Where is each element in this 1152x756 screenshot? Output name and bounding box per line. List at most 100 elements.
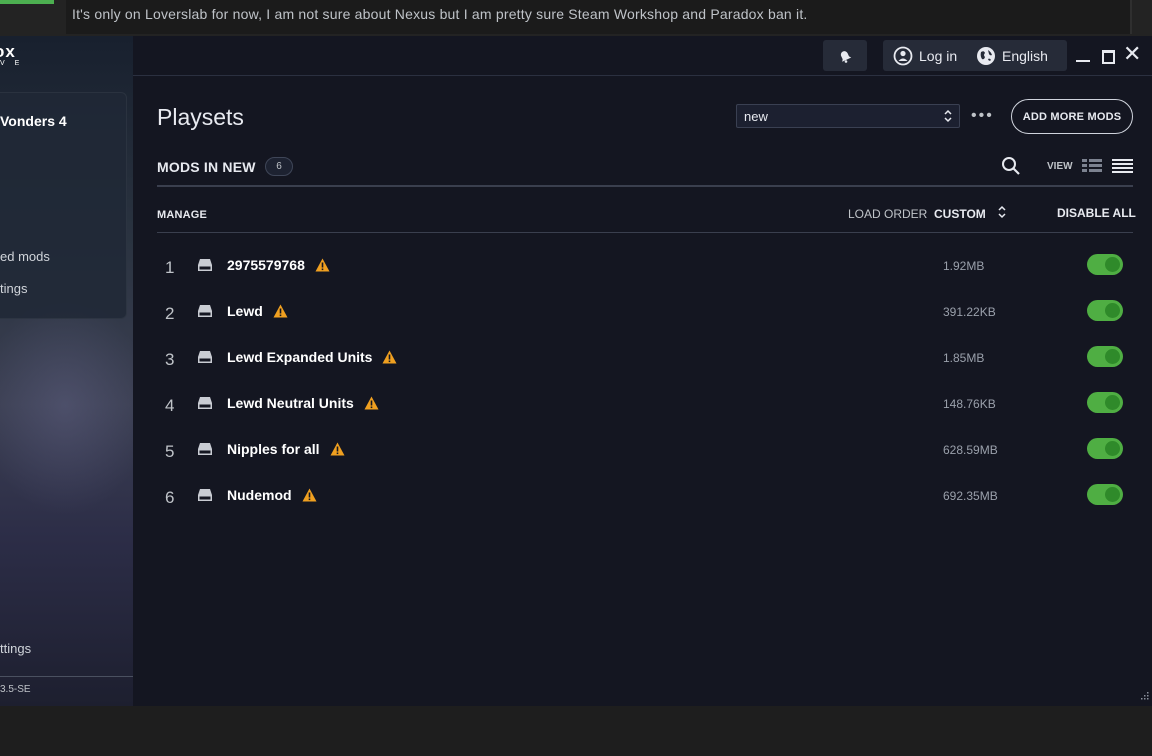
user-icon — [893, 46, 913, 65]
mod-name-group: Lewd Neutral Units — [227, 395, 379, 411]
warning-icon[interactable] — [330, 442, 345, 456]
load-order-label: LOAD ORDER — [848, 207, 928, 221]
view-list-icon[interactable] — [1112, 158, 1133, 174]
chevron-updown-icon — [944, 109, 952, 123]
local-mod-drive-icon — [198, 397, 212, 409]
toggle-knob — [1105, 303, 1120, 318]
chat-message: It's only on Loverslab for now, I am not… — [72, 6, 808, 22]
bell-icon — [840, 50, 852, 63]
mod-size: 692.35MB — [943, 489, 998, 503]
mod-load-index: 1 — [165, 258, 175, 277]
mods-count-badge: 6 — [265, 157, 293, 176]
launcher-logo: ox — [0, 42, 16, 61]
minimize-button[interactable] — [1076, 60, 1090, 62]
toggle-knob — [1105, 487, 1120, 502]
language-button[interactable]: English — [976, 40, 1048, 71]
mod-enabled-toggle[interactable] — [1087, 438, 1123, 459]
playset-select[interactable]: new — [736, 104, 960, 128]
sidebar-divider — [0, 676, 133, 677]
mod-name[interactable]: 2975579768 — [227, 257, 305, 273]
mod-row[interactable]: 4 Lewd Neutral Units 148.76KB — [157, 382, 1133, 428]
playset-selected-value: new — [744, 109, 768, 124]
add-more-mods-button[interactable]: ADD MORE MODS — [1011, 99, 1133, 134]
account-language-group: Log in English — [883, 40, 1067, 71]
manage-label: MANAGE — [157, 209, 208, 221]
resize-grip-icon[interactable] — [1139, 690, 1149, 700]
mod-enabled-toggle[interactable] — [1087, 392, 1123, 413]
mod-load-index: 6 — [165, 488, 175, 507]
mod-row[interactable]: 3 Lewd Expanded Units 1.85MB — [157, 336, 1133, 382]
toggle-knob — [1105, 395, 1120, 410]
mod-name-group: Nipples for all — [227, 441, 345, 457]
warning-icon[interactable] — [302, 488, 317, 502]
login-label: Log in — [919, 47, 958, 64]
launcher-logo-sub: V E — [0, 60, 24, 67]
toggle-knob — [1105, 441, 1120, 456]
mod-size: 391.22KB — [943, 305, 996, 319]
login-button[interactable]: Log in — [893, 40, 957, 71]
local-mod-drive-icon — [198, 259, 212, 271]
page-title: Playsets — [157, 104, 244, 130]
mod-name-group: 2975579768 — [227, 257, 330, 273]
local-mod-drive-icon — [198, 351, 212, 363]
chat-accent-bar — [0, 0, 54, 4]
mod-load-index: 5 — [165, 442, 175, 461]
mod-name[interactable]: Lewd Expanded Units — [227, 349, 372, 365]
mod-enabled-toggle[interactable] — [1087, 300, 1123, 321]
sidebar-item-settings[interactable]: ttings — [0, 641, 31, 656]
language-label: English — [1002, 47, 1048, 64]
mod-row[interactable]: 1 2975579768 1.92MB — [157, 244, 1133, 290]
view-label: VIEW — [1047, 161, 1073, 172]
globe-icon — [977, 46, 995, 65]
local-mod-drive-icon — [198, 305, 212, 317]
search-icon[interactable] — [1001, 156, 1021, 176]
close-button[interactable]: ✕ — [1123, 43, 1141, 65]
mod-name[interactable]: Nudemod — [227, 487, 292, 503]
topbar-divider — [133, 75, 1152, 76]
chevron-updown-icon[interactable] — [997, 204, 1007, 220]
load-order-custom[interactable]: CUSTOM — [934, 207, 986, 221]
sidebar-background-glow — [0, 296, 133, 516]
mod-row[interactable]: 2 Lewd 391.22KB — [157, 290, 1133, 336]
mod-load-index: 2 — [165, 304, 175, 323]
maximize-button[interactable] — [1102, 50, 1115, 64]
mod-name[interactable]: Lewd Neutral Units — [227, 395, 354, 411]
table-header-divider — [157, 232, 1133, 233]
warning-icon[interactable] — [315, 258, 330, 272]
mod-name[interactable]: Nipples for all — [227, 441, 320, 457]
mod-name-group: Lewd Expanded Units — [227, 349, 397, 365]
mod-name-group: Nudemod — [227, 487, 317, 503]
sidebar: ox V E Vonders 4 ed mods tings ttings 3.… — [0, 36, 133, 706]
mod-name[interactable]: Lewd — [227, 303, 263, 319]
toggle-knob — [1105, 349, 1120, 364]
version-label: 3.5-SE — [0, 684, 31, 695]
mod-row[interactable]: 6 Nudemod 692.35MB — [157, 474, 1133, 520]
mod-row[interactable]: 5 Nipples for all 628.59MB — [157, 428, 1133, 474]
warning-icon[interactable] — [382, 350, 397, 364]
mods-section-title: MODS IN NEW — [157, 159, 256, 175]
mod-enabled-toggle[interactable] — [1087, 346, 1123, 367]
sidebar-item-game-settings[interactable]: tings — [0, 281, 27, 296]
mod-name-group: Lewd — [227, 303, 288, 319]
warning-icon[interactable] — [273, 304, 288, 318]
disable-all-button[interactable]: DISABLE ALL — [1057, 206, 1136, 220]
more-options-button[interactable]: ••• — [971, 108, 994, 124]
bottom-bar — [0, 706, 1152, 756]
mod-enabled-toggle[interactable] — [1087, 254, 1123, 275]
game-title[interactable]: Vonders 4 — [0, 113, 67, 129]
mod-size: 148.76KB — [943, 397, 996, 411]
local-mod-drive-icon — [198, 489, 212, 501]
mod-size: 1.85MB — [943, 351, 985, 365]
warning-icon[interactable] — [364, 396, 379, 410]
view-compact-icon[interactable] — [1082, 159, 1102, 173]
main-panel: Log in English ✕ Playsets new ••• ADD MO… — [133, 36, 1152, 706]
local-mod-drive-icon — [198, 443, 212, 455]
mod-size: 1.92MB — [943, 259, 985, 273]
mod-load-index: 3 — [165, 350, 175, 369]
section-divider — [157, 185, 1133, 187]
sidebar-item-mods[interactable]: ed mods — [0, 249, 50, 264]
notifications-button[interactable] — [823, 40, 867, 71]
chat-strip: It's only on Loverslab for now, I am not… — [0, 0, 1152, 36]
mod-enabled-toggle[interactable] — [1087, 484, 1123, 505]
toggle-knob — [1105, 257, 1120, 272]
